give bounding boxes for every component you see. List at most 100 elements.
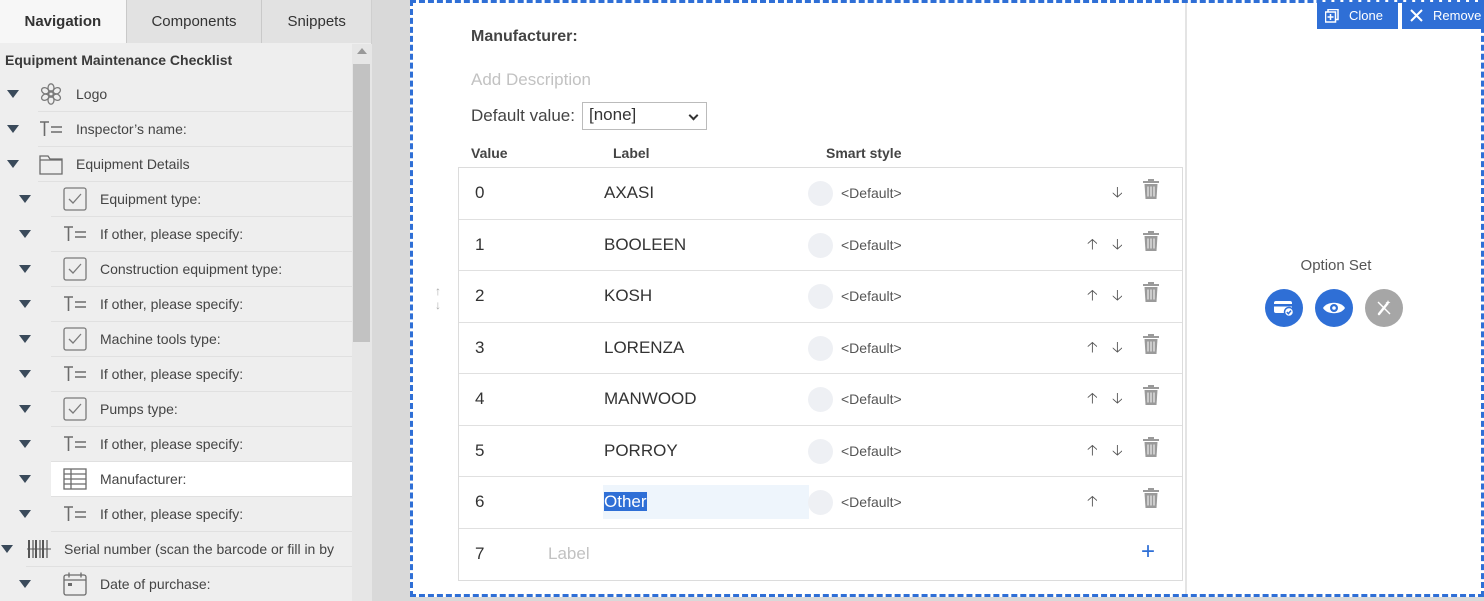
smart-style-swatch[interactable] xyxy=(808,490,833,515)
clone-label: Clone xyxy=(1349,8,1383,23)
tree-item[interactable]: Inspector’s name: xyxy=(38,112,352,147)
option-set-disabled-button[interactable] xyxy=(1365,289,1403,327)
expand-caret-icon[interactable] xyxy=(19,335,31,343)
add-option-plus-icon[interactable]: + xyxy=(1141,539,1155,564)
trash-icon[interactable] xyxy=(1143,333,1159,354)
move-down-icon[interactable]: 🡣 xyxy=(1112,337,1123,362)
expand-caret-icon[interactable] xyxy=(19,230,31,238)
field-label[interactable]: Manufacturer: xyxy=(471,28,578,46)
smart-style-value[interactable]: <Default> xyxy=(841,288,902,304)
move-up-icon[interactable]: 🡡 xyxy=(1087,234,1098,259)
option-label[interactable]: PORROY xyxy=(604,441,678,461)
option-value[interactable]: 5 xyxy=(475,441,484,461)
move-up-icon[interactable]: 🡡 xyxy=(1087,337,1098,362)
trash-icon[interactable] xyxy=(1143,488,1159,508)
tree-item[interactable]: Equipment type: xyxy=(51,182,352,217)
smart-style-swatch[interactable] xyxy=(808,284,833,309)
smart-style-swatch[interactable] xyxy=(808,387,833,412)
smart-style-value[interactable]: <Default> xyxy=(841,185,902,201)
expand-caret-icon[interactable] xyxy=(19,405,31,413)
option-label[interactable]: BOOLEEN xyxy=(604,235,686,255)
tab-components[interactable]: Components xyxy=(126,0,263,43)
tree-item[interactable]: Machine tools type: xyxy=(51,322,352,357)
drag-handle-icon[interactable]: ↑ ↓ xyxy=(432,284,444,312)
option-label[interactable]: KOSH xyxy=(604,286,652,306)
tree-item[interactable]: Manufacturer: xyxy=(51,462,352,497)
smart-style-value[interactable]: <Default> xyxy=(841,494,902,510)
expand-caret-icon[interactable] xyxy=(19,195,31,203)
scroll-thumb[interactable] xyxy=(353,64,370,342)
option-value[interactable]: 0 xyxy=(475,183,484,203)
expand-caret-icon[interactable] xyxy=(19,440,31,448)
option-label-input[interactable]: Other xyxy=(603,485,809,519)
expand-caret-icon[interactable] xyxy=(19,475,31,483)
tree-item[interactable]: Date of purchase: xyxy=(51,567,352,601)
remove-button[interactable]: Remove xyxy=(1402,2,1484,29)
smart-style-value[interactable]: <Default> xyxy=(841,237,902,253)
smart-style-swatch[interactable] xyxy=(808,181,833,206)
move-down-icon[interactable]: 🡣 xyxy=(1112,285,1123,310)
option-value[interactable]: 2 xyxy=(475,286,484,306)
option-set-visibility-button[interactable] xyxy=(1315,289,1353,327)
smart-style-swatch[interactable] xyxy=(808,232,833,258)
move-up-icon[interactable]: 🡡 xyxy=(1087,388,1098,413)
move-down-icon[interactable]: 🡣 xyxy=(1112,182,1123,207)
new-option-label-input[interactable]: Label xyxy=(548,544,590,564)
option-set-actions xyxy=(1265,289,1403,327)
option-label[interactable]: MANWOOD xyxy=(604,389,697,409)
smart-style-value[interactable]: <Default> xyxy=(841,391,902,407)
tree-item[interactable]: If other, please specify: xyxy=(51,357,352,392)
tree-item[interactable]: Pumps type: xyxy=(51,392,352,427)
clone-button[interactable]: Clone xyxy=(1317,2,1398,29)
tree-item[interactable]: Construction equipment type: xyxy=(51,252,352,287)
expand-caret-icon[interactable] xyxy=(19,580,31,588)
move-up-icon[interactable]: 🡡 xyxy=(1087,491,1098,516)
smart-style-swatch[interactable] xyxy=(808,335,833,361)
move-up-icon[interactable]: 🡡 xyxy=(1087,440,1098,465)
trash-icon[interactable] xyxy=(1143,230,1159,251)
expand-caret-icon[interactable] xyxy=(7,125,19,133)
wand-off-icon xyxy=(1377,300,1391,316)
smart-style-value[interactable]: <Default> xyxy=(841,443,902,459)
expand-caret-icon[interactable] xyxy=(19,510,31,518)
tree-item[interactable]: If other, please specify: xyxy=(51,427,352,462)
tree-item[interactable]: If other, please specify: xyxy=(51,217,352,252)
expand-caret-icon[interactable] xyxy=(1,545,13,553)
move-up-icon[interactable]: 🡡 xyxy=(1087,285,1098,310)
trash-icon[interactable] xyxy=(1143,179,1159,199)
option-label[interactable]: LORENZA xyxy=(604,338,684,358)
tab-navigation[interactable]: Navigation xyxy=(0,0,127,43)
expand-caret-icon[interactable] xyxy=(7,160,19,168)
option-value[interactable]: 4 xyxy=(475,389,484,409)
scroll-up-arrow[interactable] xyxy=(357,48,367,54)
description-input[interactable]: Add Description xyxy=(471,70,591,90)
move-down-icon[interactable]: 🡣 xyxy=(1112,388,1123,413)
option-set-title: Option Set xyxy=(1300,257,1372,274)
option-value[interactable]: 3 xyxy=(475,338,484,358)
expand-caret-icon[interactable] xyxy=(19,370,31,378)
expand-caret-icon[interactable] xyxy=(19,300,31,308)
smart-style-swatch[interactable] xyxy=(808,438,833,464)
tree-item[interactable]: Equipment Details xyxy=(38,147,352,182)
trash-icon[interactable] xyxy=(1143,282,1159,302)
scrollbar[interactable] xyxy=(352,44,372,601)
expand-caret-icon[interactable] xyxy=(19,265,31,273)
tree-item[interactable]: Logo xyxy=(38,77,352,112)
expand-caret-icon[interactable] xyxy=(7,90,19,98)
option-label[interactable]: AXASI xyxy=(604,183,654,203)
option-value[interactable]: 6 xyxy=(475,492,484,512)
option-set-card-button[interactable] xyxy=(1265,289,1303,327)
new-option-value[interactable]: 7 xyxy=(475,544,484,564)
tree-item[interactable]: Serial number (scan the barcode or fill … xyxy=(26,532,352,567)
trash-icon[interactable] xyxy=(1143,436,1159,457)
move-down-icon[interactable]: 🡣 xyxy=(1112,440,1123,465)
default-value-select[interactable]: [none] xyxy=(582,102,707,130)
tab-snippets[interactable]: Snippets xyxy=(262,0,371,43)
trash-icon[interactable] xyxy=(1143,385,1159,405)
smart-style-value[interactable]: <Default> xyxy=(841,340,902,356)
remove-label: Remove xyxy=(1433,8,1482,23)
move-down-icon[interactable]: 🡣 xyxy=(1112,234,1123,259)
tree-item[interactable]: If other, please specify: xyxy=(51,287,352,322)
option-value[interactable]: 1 xyxy=(475,235,484,255)
tree-item[interactable]: If other, please specify: xyxy=(51,497,352,532)
